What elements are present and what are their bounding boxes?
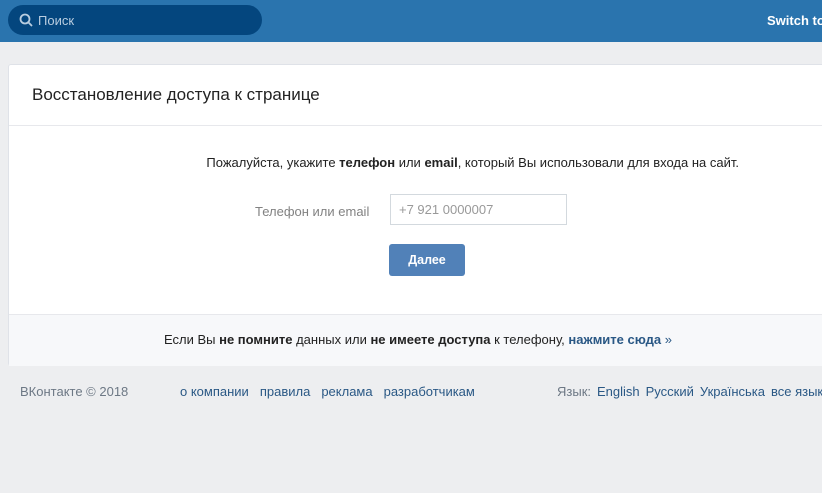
language-selector: Язык: English Русский Українська все языки — [557, 384, 822, 399]
footer-link-about[interactable]: о компании — [180, 384, 249, 399]
search-icon — [19, 13, 33, 27]
lang-russian[interactable]: Русский — [646, 384, 694, 399]
footer-link-ads[interactable]: реклама — [321, 384, 372, 399]
phone-email-input[interactable]: +7 921 0000007 — [390, 194, 567, 225]
top-bar: Поиск Switch to — [0, 0, 822, 42]
search-placeholder: Поиск — [38, 13, 74, 28]
next-button[interactable]: Далее — [389, 244, 465, 276]
footer-link-rules[interactable]: правила — [260, 384, 310, 399]
recovery-card: Восстановление доступа к странице Пожалу… — [8, 64, 822, 366]
copyright: ВКонтакте © 2018 — [20, 384, 128, 399]
page-title: Восстановление доступа к странице — [9, 65, 822, 126]
help-section: Если Вы не помните данных или не имеете … — [9, 314, 822, 366]
instruction-text: Пожалуйста, укажите телефон или email, к… — [9, 155, 739, 170]
footer-link-developers[interactable]: разработчикам — [384, 384, 475, 399]
lang-all[interactable]: все языки — [771, 384, 822, 399]
click-here-link[interactable]: нажмите сюда — [568, 332, 661, 347]
footer-links: о компании правила реклама разработчикам — [180, 384, 486, 399]
switch-language-link[interactable]: Switch to — [767, 13, 822, 28]
language-label: Язык: — [557, 384, 591, 399]
field-label: Телефон или email — [255, 204, 369, 219]
lang-english[interactable]: English — [597, 384, 640, 399]
search-input[interactable]: Поиск — [8, 5, 262, 35]
lang-ukrainian[interactable]: Українська — [700, 384, 765, 399]
